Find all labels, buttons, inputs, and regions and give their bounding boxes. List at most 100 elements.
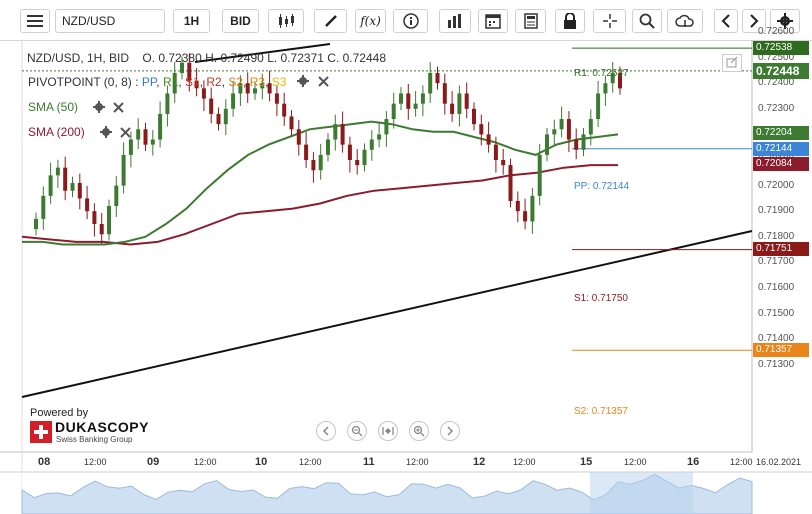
hamburger-icon bbox=[27, 15, 43, 27]
candle-body bbox=[391, 103, 396, 120]
r1-price-tag: 0.72538 bbox=[753, 40, 809, 55]
r2-legend: R2 bbox=[206, 75, 222, 89]
candle-body bbox=[289, 116, 294, 130]
calendar-icon bbox=[485, 14, 501, 29]
chevron-left-icon bbox=[322, 426, 329, 436]
timeframe-button[interactable]: 1H bbox=[173, 9, 210, 33]
calendar-button[interactable] bbox=[478, 9, 508, 33]
candle-body bbox=[472, 108, 476, 125]
candle-body bbox=[479, 124, 484, 135]
candle-body bbox=[296, 129, 301, 145]
open-label: O. bbox=[142, 51, 156, 65]
pivot-close-icon[interactable] bbox=[318, 76, 329, 87]
pp-legend: PP bbox=[141, 75, 157, 89]
sma50-settings-icon[interactable] bbox=[93, 101, 105, 113]
navigator-window[interactable] bbox=[590, 472, 693, 514]
x-tick-label: 12:00 bbox=[730, 457, 753, 467]
candle-body bbox=[428, 72, 433, 94]
x-tick-label: 16 bbox=[687, 456, 700, 468]
sma200-close-icon[interactable] bbox=[120, 127, 131, 138]
scroll-left-button[interactable] bbox=[316, 421, 336, 441]
pivot-label: PIVOTPOINT (0, 8) bbox=[28, 75, 132, 89]
sma50-close-icon[interactable] bbox=[113, 102, 124, 113]
y-tick-label: 0.71500 bbox=[758, 307, 795, 319]
candle-body bbox=[530, 195, 535, 222]
sma200-indicator[interactable]: SMA (200) bbox=[28, 125, 85, 139]
zoom-in-icon bbox=[413, 425, 425, 437]
volume-button[interactable] bbox=[439, 9, 471, 33]
candle-body bbox=[41, 195, 46, 219]
candle-body bbox=[333, 124, 338, 140]
candle-body bbox=[603, 83, 608, 94]
symbol-input[interactable]: NZD/USD bbox=[55, 9, 165, 33]
candle-body bbox=[77, 183, 82, 199]
candle-body bbox=[92, 211, 97, 224]
pivot-settings-icon[interactable] bbox=[297, 75, 309, 87]
x-tick-label: 12:00 bbox=[84, 457, 107, 467]
candle-body bbox=[399, 93, 403, 104]
info-button[interactable] bbox=[393, 9, 428, 33]
candle-body bbox=[566, 119, 571, 140]
candle-body bbox=[552, 129, 557, 135]
r1-level-label: R1: 0.72537 bbox=[574, 68, 629, 79]
r3-legend: R3 bbox=[249, 75, 266, 89]
candles-icon bbox=[279, 14, 294, 28]
close-value: 0.72448 bbox=[342, 51, 387, 65]
side-button[interactable]: BID bbox=[222, 9, 259, 33]
candle-body bbox=[253, 88, 257, 94]
candle-body bbox=[588, 119, 593, 135]
sma50-indicator[interactable]: SMA (50) bbox=[28, 100, 78, 114]
zoom-in-button[interactable] bbox=[409, 421, 429, 441]
trendlines bbox=[21, 43, 753, 398]
sma200-settings-icon[interactable] bbox=[100, 126, 112, 138]
s3-legend: S3 bbox=[271, 75, 287, 89]
chart-type-button[interactable] bbox=[268, 9, 304, 33]
magnifier-icon bbox=[639, 13, 655, 29]
candle-body bbox=[201, 88, 206, 99]
candle-body bbox=[158, 113, 163, 140]
candle-body bbox=[435, 72, 440, 84]
candle-body bbox=[209, 98, 214, 114]
x-tick-label: 16.02.2021 bbox=[756, 457, 802, 467]
crosshair-button[interactable] bbox=[593, 9, 626, 33]
x-tick-label: 12:00 bbox=[513, 457, 536, 467]
candle-body bbox=[231, 93, 236, 109]
scroll-right-button[interactable] bbox=[440, 421, 460, 441]
sma200-line bbox=[21, 164, 618, 246]
y-tick-label: 0.72000 bbox=[758, 179, 795, 191]
candle-body bbox=[596, 93, 601, 120]
menu-button[interactable] bbox=[20, 9, 50, 33]
prev-button[interactable] bbox=[714, 9, 738, 33]
cloud-button[interactable] bbox=[667, 9, 703, 33]
crosshair-icon bbox=[602, 14, 617, 28]
s1-level-label: S1: 0.71750 bbox=[574, 293, 628, 304]
zoom-out-button[interactable] bbox=[347, 421, 367, 441]
sma50-layer bbox=[22, 120, 619, 246]
draw-button[interactable] bbox=[314, 9, 347, 33]
zoom-button[interactable] bbox=[632, 9, 662, 33]
x-tick-label: 10 bbox=[255, 456, 268, 468]
candle-body bbox=[311, 160, 316, 171]
x-tick-label: 08 bbox=[38, 456, 51, 468]
x-tick-label: 12:00 bbox=[624, 457, 647, 467]
candle-body bbox=[143, 129, 148, 145]
candle-body bbox=[107, 206, 111, 235]
bar-chart-icon bbox=[448, 14, 461, 28]
news-button[interactable] bbox=[515, 9, 546, 33]
formula-button[interactable]: f(x) bbox=[355, 9, 386, 33]
pivot-indicator[interactable]: PIVOTPOINT (0, 8) : PP, R1, S1, R2, S2, … bbox=[28, 75, 286, 89]
candle-body bbox=[457, 93, 462, 114]
candle-body bbox=[48, 175, 53, 196]
toolbar: NZD/USD 1H BID f(x) bbox=[0, 0, 812, 41]
candle-body bbox=[493, 144, 498, 160]
s2-price-tag: 0.71357 bbox=[753, 343, 809, 358]
fit-button[interactable] bbox=[378, 421, 398, 441]
high-value: 0.72490 bbox=[220, 51, 264, 65]
popout-button[interactable] bbox=[722, 54, 742, 72]
support-trendline bbox=[21, 230, 753, 398]
candle-body bbox=[304, 144, 309, 160]
candle-body bbox=[464, 93, 469, 109]
brand-tagline: Swiss Banking Group bbox=[56, 435, 133, 444]
lock-button[interactable] bbox=[555, 9, 585, 33]
candle-body bbox=[347, 144, 352, 160]
